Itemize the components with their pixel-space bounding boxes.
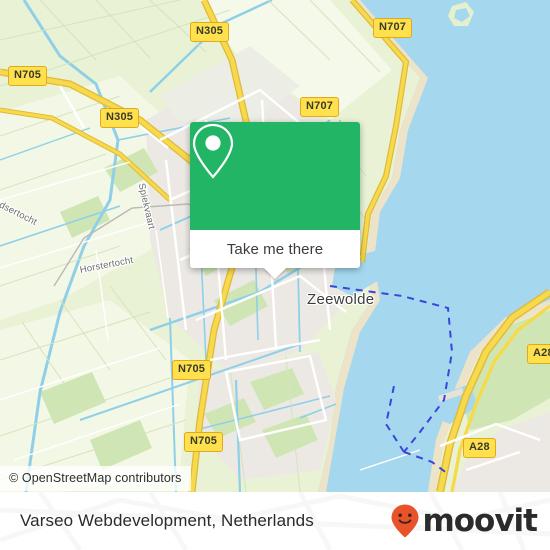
road-shield-n707-northeast[interactable]: N707 xyxy=(373,18,413,38)
moovit-pin-icon xyxy=(391,504,419,538)
road-shield-n305-west[interactable]: N305 xyxy=(100,108,140,128)
popup-footer[interactable]: Take me there xyxy=(190,230,360,279)
map-screenshot: Zeewolde Horstertocht Spiekvaart oudsert… xyxy=(0,0,550,550)
take-me-there-label: Take me there xyxy=(226,240,324,258)
popup-header xyxy=(190,122,360,230)
road-shield-n707-east[interactable]: N707 xyxy=(300,97,340,117)
road-shield-n705-southwest[interactable]: N705 xyxy=(184,432,224,452)
road-shield-n705-northwest[interactable]: N705 xyxy=(8,66,48,86)
road-shield-n305-north[interactable]: N305 xyxy=(190,22,230,42)
road-shield-n705-south[interactable]: N705 xyxy=(172,360,212,380)
footer-bar: Varseo Webdevelopment, Netherlands moovi… xyxy=(0,492,550,550)
moovit-wordmark: moovit xyxy=(422,503,538,539)
place-label-zeewolde: Zeewolde xyxy=(307,291,375,308)
map-canvas[interactable]: Zeewolde Horstertocht Spiekvaart oudsert… xyxy=(0,0,550,492)
road-shield-a28-southeast[interactable]: A28 xyxy=(463,438,496,458)
map-attribution[interactable]: © OpenStreetMap contributors xyxy=(0,466,191,491)
moovit-logo[interactable]: moovit xyxy=(390,503,538,539)
popup-tail-pointer xyxy=(264,268,286,279)
footer-title: Varseo Webdevelopment, Netherlands xyxy=(20,511,314,530)
location-popup[interactable]: Take me there xyxy=(190,122,360,279)
map-pin-icon xyxy=(192,123,234,179)
road-shield-a28-northeast[interactable]: A28 xyxy=(527,344,550,364)
